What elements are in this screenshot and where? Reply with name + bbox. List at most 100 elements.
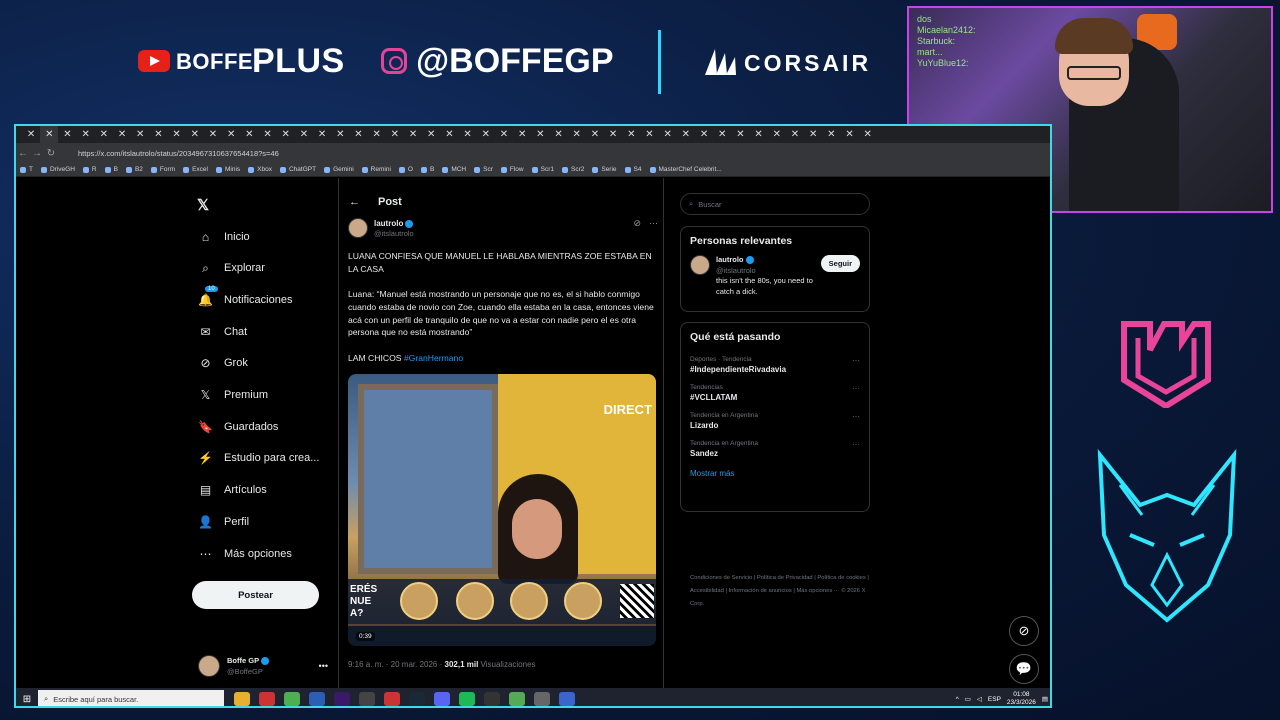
browser-tab[interactable]: ✕ <box>422 126 440 143</box>
bookmark-item[interactable]: S4 <box>624 166 642 173</box>
notifications-icon[interactable]: ▤ <box>1042 695 1048 703</box>
app-icon[interactable] <box>384 692 400 706</box>
bookmark-item[interactable]: B <box>104 166 118 173</box>
bookmark-item[interactable]: B <box>420 166 434 173</box>
bookmark-item[interactable]: Scr <box>474 166 493 173</box>
bookmark-item[interactable]: Excel <box>183 166 208 173</box>
browser-tab[interactable]: ✕ <box>368 126 386 143</box>
trend-item[interactable]: Tendencia en Argentina Lizardo ··· <box>681 407 869 435</box>
steam-icon[interactable] <box>409 692 425 706</box>
tweet-video[interactable]: DIRECT ERÉS NUE A? 0:39 <box>348 374 656 646</box>
discord-icon[interactable] <box>434 692 450 706</box>
relevant-user[interactable]: lautrolo @itslautrolo this isn't the 80s… <box>681 255 869 303</box>
language-indicator[interactable]: ESP <box>988 696 1001 703</box>
browser-tab[interactable]: ✕ <box>240 126 258 143</box>
more-icon[interactable]: ··· <box>649 218 658 229</box>
nav-item-inicio[interactable]: ⌂ Inicio <box>198 229 250 244</box>
browser-tab[interactable]: ✕ <box>58 126 76 143</box>
nav-item-notificaciones[interactable]: 🔔 10 Notificaciones <box>198 286 292 307</box>
back-icon[interactable]: ← <box>16 148 30 159</box>
browser-tab[interactable]: ✕ <box>750 126 768 143</box>
messages-float-icon[interactable]: 💬 <box>1009 654 1039 684</box>
bookmark-item[interactable]: Serie <box>592 166 617 173</box>
bookmark-item[interactable]: MCH <box>442 166 466 173</box>
avatar[interactable] <box>690 255 710 275</box>
account-switcher[interactable]: Boffe GP @BoffeGP ••• <box>198 653 328 679</box>
volume-icon[interactable]: ◁ <box>977 695 982 703</box>
app-icon[interactable] <box>534 692 550 706</box>
browser-tab[interactable]: ✕ <box>459 126 477 143</box>
nav-item-grok[interactable]: ⊘ Grok <box>198 356 247 371</box>
browser-tab[interactable]: ✕ <box>440 126 458 143</box>
browser-tab[interactable]: ✕ <box>586 126 604 143</box>
tray-arrow-icon[interactable]: ^ <box>956 696 959 703</box>
bookmark-item[interactable]: R <box>82 166 97 173</box>
browser-tab[interactable]: ✕ <box>713 126 731 143</box>
browser-tab[interactable]: ✕ <box>804 126 822 143</box>
browser-tab[interactable]: ✕ <box>659 126 677 143</box>
bookmark-item[interactable]: Minis <box>215 166 240 173</box>
browser-tab[interactable]: ✕ <box>113 126 131 143</box>
show-more-link[interactable]: Mostrar más <box>681 463 869 488</box>
taskbar-search[interactable]: ⌕ Escribe aquí para buscar. <box>38 690 224 706</box>
browser-tab[interactable]: ✕ <box>495 126 513 143</box>
browser-tab[interactable]: ✕ <box>349 126 367 143</box>
chrome-icon[interactable] <box>284 692 300 706</box>
bookmark-item[interactable]: MasterChef Celebrit... <box>649 166 722 173</box>
back-arrow-icon[interactable]: ← <box>349 196 360 208</box>
bookmark-item[interactable]: Gemini <box>324 166 354 173</box>
premiere-icon[interactable] <box>334 692 350 706</box>
post-button[interactable]: Postear <box>192 581 319 609</box>
browser-tab[interactable]: ✕ <box>477 126 495 143</box>
browser-tab[interactable]: ✕ <box>258 126 276 143</box>
browser-tab[interactable]: ✕ <box>95 126 113 143</box>
browser-tab[interactable]: ✕ <box>186 126 204 143</box>
more-icon[interactable]: ··· <box>852 384 860 402</box>
browser-tab[interactable]: ✕ <box>277 126 295 143</box>
trend-item[interactable]: Deportes · Tendencia #IndependienteRivada… <box>681 351 869 379</box>
more-icon[interactable]: ··· <box>852 412 860 430</box>
bookmark-item[interactable]: Xbox <box>248 166 272 173</box>
bookmark-item[interactable]: Form <box>150 166 175 173</box>
windows-start-icon[interactable]: ⊞ <box>16 694 38 705</box>
browser-tab[interactable]: ✕ <box>822 126 840 143</box>
avatar[interactable] <box>348 218 368 238</box>
hashtag-link[interactable]: #GranHermano <box>404 353 463 363</box>
clock[interactable]: 01:08 23/3/2026 <box>1007 691 1036 706</box>
post-timestamp[interactable]: 9:16 a. m. · 20 mar. 2026 · <box>348 660 445 669</box>
browser-tab[interactable]: ✕ <box>204 126 222 143</box>
browser-tab[interactable]: ✕ <box>131 126 149 143</box>
active-tab[interactable]: ✕ <box>40 126 59 143</box>
forward-icon[interactable]: → <box>30 148 44 159</box>
browser-tab[interactable]: ✕ <box>568 126 586 143</box>
browser-tab[interactable]: ✕ <box>149 126 167 143</box>
bookmark-item[interactable]: Flow <box>500 166 524 173</box>
browser-tab[interactable]: ✕ <box>640 126 658 143</box>
browser-tab[interactable]: ✕ <box>604 126 622 143</box>
photoshop-icon[interactable] <box>309 692 325 706</box>
browser-tab[interactable]: ✕ <box>295 126 313 143</box>
nav-item-premium[interactable]: 𝕏 Premium <box>198 388 268 403</box>
bookmark-item[interactable]: ChatGPT <box>279 166 316 173</box>
relevant-name[interactable]: lautrolo <box>716 255 744 264</box>
more-icon[interactable]: ··· <box>852 440 860 458</box>
nav-item-guardados[interactable]: 🔖 Guardados <box>198 419 278 434</box>
browser-tab[interactable]: ✕ <box>331 126 349 143</box>
grok-icon[interactable]: ⊘ <box>633 218 641 229</box>
author-handle[interactable]: @itslautrolo <box>374 229 414 239</box>
url-field[interactable]: https://x.com/itslautrolo/status/2034967… <box>78 149 279 158</box>
trend-item[interactable]: Tendencia en Argentina Sandez ··· <box>681 435 869 463</box>
nav-item-chat[interactable]: ✉ Chat <box>198 324 247 339</box>
bookmark-item[interactable]: B2 <box>125 166 143 173</box>
more-icon[interactable]: ••• <box>319 661 328 671</box>
app-icon[interactable] <box>259 692 275 706</box>
network-icon[interactable]: ▭ <box>965 695 971 703</box>
browser-tab[interactable]: ✕ <box>549 126 567 143</box>
browser-tab[interactable]: ✕ <box>168 126 186 143</box>
footer-links[interactable]: Condiciones de Servicio | Política de Pr… <box>690 572 870 611</box>
browser-tab[interactable]: ✕ <box>222 126 240 143</box>
nav-item-perfil[interactable]: 👤 Perfil <box>198 514 249 529</box>
spotify-icon[interactable] <box>459 692 475 706</box>
bookmark-item[interactable]: DriveGH <box>40 166 75 173</box>
file-explorer-icon[interactable] <box>234 692 250 706</box>
